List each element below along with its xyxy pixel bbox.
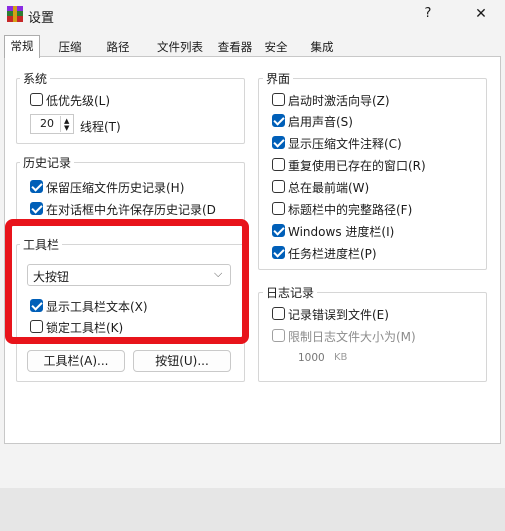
taskbar-progress-label: 任务栏进度栏(P) — [288, 247, 377, 261]
background-area — [0, 488, 505, 531]
enable-sound-checkbox[interactable] — [272, 114, 285, 127]
tab-file-list[interactable]: 文件列表 — [152, 38, 208, 56]
always-on-top-label: 总在最前端(W) — [288, 181, 370, 195]
interface-group-title: 界面 — [263, 70, 294, 87]
close-button[interactable]: ✕ — [470, 3, 492, 25]
startup-wizard-label: 启动时激活向导(Z) — [288, 94, 390, 108]
taskbar-progress-checkbox[interactable] — [272, 246, 285, 259]
limit-log-size-checkbox[interactable] — [272, 329, 285, 342]
history-group-title: 历史记录 — [20, 154, 75, 171]
threads-value: 20 — [40, 117, 54, 130]
tab-integration[interactable]: 集成 — [306, 38, 338, 56]
log-errors-checkbox[interactable] — [272, 307, 285, 320]
show-comment-label: 显示压缩文件注释(C) — [288, 137, 402, 151]
log-size-input[interactable]: 1000 — [288, 350, 328, 368]
full-path-title-checkbox[interactable] — [272, 202, 285, 215]
log-errors-label: 记录错误到文件(E) — [288, 308, 389, 322]
enable-sound-label: 启用声音(S) — [288, 115, 353, 129]
keep-archive-history-label: 保留压缩文件历史记录(H) — [46, 181, 185, 195]
limit-log-size-label: 限制日志文件大小为(M) — [288, 330, 416, 344]
log-size-unit: KB — [334, 352, 348, 363]
highlight-box — [5, 219, 249, 344]
tab-paths[interactable]: 路径 — [102, 38, 134, 56]
windows-progress-label: Windows 进度栏(I) — [288, 225, 395, 239]
buttons-settings-button[interactable]: 按钮(U)... — [133, 350, 231, 372]
stepper-down-icon[interactable]: ▼ — [64, 124, 69, 132]
toolbar-settings-button[interactable]: 工具栏(A)... — [27, 350, 125, 372]
startup-wizard-checkbox[interactable] — [272, 93, 285, 106]
always-on-top-checkbox[interactable] — [272, 180, 285, 193]
threads-stepper[interactable]: ▲ ▼ — [60, 116, 74, 132]
tab-viewer[interactable]: 查看器 — [212, 38, 258, 56]
log-group-title: 日志记录 — [263, 284, 318, 301]
help-button[interactable]: ? — [418, 4, 438, 24]
tab-compression[interactable]: 压缩 — [54, 38, 86, 56]
windows-progress-checkbox[interactable] — [272, 224, 285, 237]
low-priority-label: 低优先级(L) — [46, 94, 111, 108]
reuse-window-label: 重复使用已存在的窗口(R) — [288, 159, 426, 173]
log-size-value: 1000 — [298, 352, 325, 364]
low-priority-checkbox[interactable] — [30, 93, 43, 106]
keep-archive-history-checkbox[interactable] — [30, 180, 43, 193]
system-group — [16, 78, 245, 144]
window-title: 设置 — [28, 11, 55, 26]
system-group-title: 系统 — [20, 70, 51, 87]
allow-dialog-history-checkbox[interactable] — [30, 202, 43, 215]
tab-general[interactable]: 常规 — [4, 35, 40, 58]
show-comment-checkbox[interactable] — [272, 136, 285, 149]
threads-spinbox[interactable]: 20 ▲ ▼ — [30, 114, 74, 134]
winrar-app-icon — [7, 6, 23, 22]
tab-security[interactable]: 安全 — [260, 38, 292, 56]
full-path-title-label: 标题栏中的完整路径(F) — [288, 203, 413, 217]
threads-label: 线程(T) — [80, 120, 121, 134]
allow-dialog-history-label: 在对话框中允许保存历史记录(D — [46, 203, 216, 217]
reuse-window-checkbox[interactable] — [272, 158, 285, 171]
